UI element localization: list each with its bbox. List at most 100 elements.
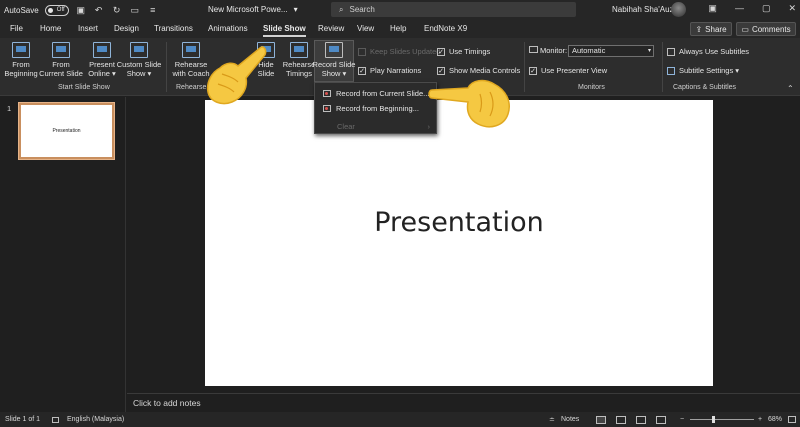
slide-sorter-icon[interactable] bbox=[616, 415, 626, 424]
notes-toggle[interactable]: Notes bbox=[561, 416, 579, 423]
tab-review[interactable]: Review bbox=[318, 24, 344, 33]
zoom-slider[interactable] bbox=[690, 419, 754, 420]
search-icon: ⌕ bbox=[339, 4, 344, 14]
search-placeholder: Search bbox=[349, 5, 375, 14]
group-captions-subtitles: Captions & Subtitles bbox=[673, 84, 737, 91]
subtitle-icon bbox=[667, 66, 675, 75]
present-online-icon bbox=[93, 42, 111, 58]
always-use-subtitles-checkbox[interactable]: Always Use Subtitles bbox=[667, 47, 749, 56]
tab-transitions[interactable]: Transitions bbox=[154, 24, 193, 33]
zoom-slider-handle[interactable] bbox=[712, 416, 715, 423]
notes-pane[interactable]: Click to add notes bbox=[127, 393, 800, 412]
checkbox-box bbox=[667, 47, 675, 56]
share-icon: ⇪ bbox=[695, 24, 703, 34]
collapse-ribbon-icon[interactable]: ⌃ bbox=[787, 84, 794, 93]
menu-record-from-beginning[interactable]: Record from Beginning... bbox=[315, 101, 436, 116]
tab-endnote[interactable]: EndNote X9 bbox=[424, 24, 467, 33]
tab-animations[interactable]: Animations bbox=[208, 24, 248, 33]
subtitle-settings-button[interactable]: Subtitle Settings ▾ bbox=[667, 66, 739, 75]
document-title[interactable]: New Microsoft Powe... ▾ bbox=[208, 5, 298, 14]
tab-view[interactable]: View bbox=[357, 24, 374, 33]
record-icon bbox=[323, 105, 331, 112]
group-separator bbox=[662, 42, 663, 92]
use-presenter-view-checkbox[interactable]: ✓ Use Presenter View bbox=[529, 66, 607, 75]
menu-item-label: Record from Current Slide... bbox=[336, 89, 430, 98]
menu-item-label: Clear bbox=[337, 122, 355, 131]
tab-design[interactable]: Design bbox=[114, 24, 139, 33]
from-current-slide-button[interactable]: From Current Slide bbox=[39, 42, 83, 78]
normal-view-icon[interactable] bbox=[596, 415, 606, 424]
custom-slide-show-icon bbox=[130, 42, 148, 58]
rehearse-timings-button[interactable]: Rehearse Timings bbox=[283, 42, 315, 78]
autosave-label: AutoSave bbox=[4, 5, 39, 15]
user-name[interactable]: Nabihah Sha'Auzi bbox=[612, 5, 675, 14]
slideshow-view-icon[interactable] bbox=[656, 415, 666, 424]
pointing-hand-icon bbox=[206, 46, 267, 105]
redo-icon[interactable]: ↻ bbox=[111, 4, 123, 16]
language[interactable]: English (Malaysia) bbox=[67, 416, 124, 423]
custom-slide-show-button[interactable]: Custom Slide Show ▾ bbox=[117, 42, 161, 78]
play-narrations-checkbox[interactable]: ✓ Play Narrations bbox=[358, 66, 421, 75]
play-narrations-label: Play Narrations bbox=[370, 66, 422, 75]
save-icon[interactable]: ▣ bbox=[75, 4, 87, 16]
monitor-value: Automatic bbox=[572, 46, 606, 55]
share-button[interactable]: ⇪ Share bbox=[690, 22, 732, 36]
subtitle-settings-label: Subtitle Settings ▾ bbox=[679, 66, 740, 75]
check-icon: ✓ bbox=[529, 66, 537, 75]
custom-slide-show-label: Custom Slide Show ▾ bbox=[116, 60, 162, 78]
tab-help[interactable]: Help bbox=[390, 24, 406, 33]
present-online-label: Present Online ▾ bbox=[88, 60, 116, 78]
customize-qat-icon[interactable]: ≡ bbox=[147, 4, 159, 16]
record-dropdown-menu: Record from Current Slide... Record from… bbox=[314, 82, 437, 134]
close-icon[interactable]: ✕ bbox=[788, 3, 796, 14]
tab-file[interactable]: File bbox=[10, 24, 23, 33]
avatar[interactable] bbox=[671, 2, 686, 17]
menu-record-from-current[interactable]: Record from Current Slide... bbox=[315, 86, 436, 101]
monitor-select[interactable]: Automatic ▾ bbox=[568, 45, 654, 57]
window-controls: ▣ — ▢ ✕ bbox=[708, 3, 796, 14]
comments-button[interactable]: ▭ Comments bbox=[736, 22, 796, 36]
notes-placeholder: Click to add notes bbox=[133, 398, 201, 408]
autosave-toggle[interactable]: Off bbox=[44, 4, 69, 16]
spellcheck-icon[interactable] bbox=[52, 416, 59, 423]
group-separator bbox=[524, 42, 525, 92]
fit-to-window-icon[interactable] bbox=[788, 416, 796, 423]
from-current-slide-icon bbox=[52, 42, 70, 58]
check-icon: ✓ bbox=[437, 47, 445, 56]
tab-slide-show[interactable]: Slide Show bbox=[263, 24, 306, 37]
minimize-icon[interactable]: — bbox=[735, 3, 744, 14]
record-slide-show-button[interactable]: Record Slide Show ▾ bbox=[313, 42, 355, 78]
notes-icon: ≐ bbox=[549, 416, 555, 424]
zoom-in-icon[interactable]: + bbox=[758, 416, 762, 423]
share-label: Share bbox=[705, 24, 727, 34]
monitor-icon bbox=[529, 46, 538, 53]
menu-item-label: Record from Beginning... bbox=[336, 104, 419, 113]
monitor-label: Monitor: bbox=[540, 46, 568, 55]
slide-title[interactable]: Presentation bbox=[374, 207, 544, 238]
zoom-out-icon[interactable]: − bbox=[680, 416, 684, 423]
comment-icon: ▭ bbox=[741, 24, 749, 34]
keep-slides-updated-checkbox: Keep Slides Updated bbox=[358, 47, 440, 56]
use-timings-checkbox[interactable]: ✓ Use Timings bbox=[437, 47, 490, 56]
use-timings-label: Use Timings bbox=[449, 47, 491, 56]
reading-view-icon[interactable] bbox=[636, 415, 646, 424]
present-online-button[interactable]: Present Online ▾ bbox=[86, 42, 118, 78]
undo-icon[interactable]: ↶ bbox=[93, 4, 105, 16]
slide-thumbnail[interactable]: Presentation bbox=[18, 102, 115, 160]
checkbox-box bbox=[358, 47, 366, 56]
search-input[interactable]: ⌕ Search bbox=[331, 2, 576, 17]
zoom-level[interactable]: 68% bbox=[768, 416, 782, 423]
present-icon[interactable]: ▭ bbox=[129, 4, 141, 16]
document-name: New Microsoft Powe... bbox=[208, 5, 288, 14]
tab-home[interactable]: Home bbox=[40, 24, 61, 33]
group-start-slide-show: Start Slide Show bbox=[58, 84, 110, 91]
restore-icon[interactable]: ▢ bbox=[762, 3, 771, 14]
slide-canvas[interactable]: Presentation bbox=[205, 100, 713, 386]
ribbon-display-icon[interactable]: ▣ bbox=[708, 3, 717, 14]
from-beginning-icon bbox=[12, 42, 30, 58]
slide-number: 1 bbox=[7, 104, 12, 113]
from-beginning-button[interactable]: From Beginning bbox=[4, 42, 38, 78]
record-icon bbox=[325, 42, 343, 58]
tab-insert[interactable]: Insert bbox=[78, 24, 98, 33]
group-monitors: Monitors bbox=[578, 84, 605, 91]
